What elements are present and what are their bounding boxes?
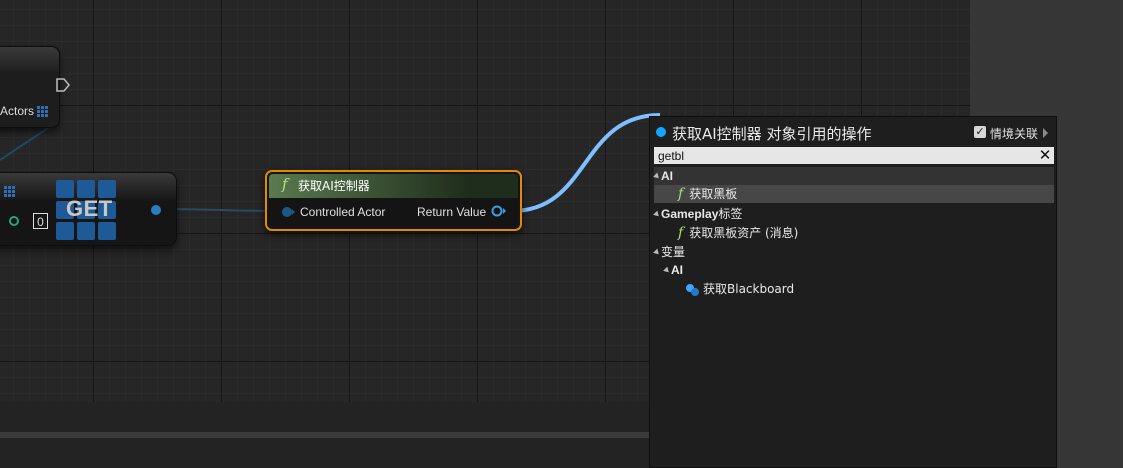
context-sensitive-label[interactable]: 情境关联 — [990, 125, 1038, 142]
action-get-blackboard[interactable]: f 获取黑板 — [654, 185, 1054, 203]
action-get-blackboard-asset[interactable]: f 获取黑板资产 (消息) — [654, 224, 1054, 242]
object-pin-icon[interactable] — [6, 215, 22, 227]
expand-icon — [653, 172, 661, 181]
category-ai[interactable]: AI — [653, 167, 1054, 185]
category-ai-sub[interactable]: AI — [654, 261, 1054, 279]
expand-icon — [663, 266, 671, 275]
action-menu-popup: 获取AI控制器 对象引用的操作 ✓ 情境关联 ✕ AI f获取黑板 Gamepl… — [649, 116, 1057, 468]
expand-icon — [653, 248, 661, 257]
actors-pin-label: Actors — [0, 104, 35, 118]
return-wire — [511, 113, 661, 213]
category-variables[interactable]: 变量 — [653, 243, 1054, 261]
return-value-pin-label: Return Value — [417, 205, 487, 219]
grid-icon[interactable] — [37, 106, 49, 118]
expand-icon — [653, 210, 661, 219]
chevron-right-icon[interactable] — [1043, 128, 1048, 138]
function-icon: f — [678, 225, 684, 241]
node-title: 获取AI控制器 — [298, 179, 370, 193]
search-box[interactable]: ✕ — [654, 147, 1054, 164]
popup-title: 获取AI控制器 对象引用的操作 — [672, 125, 872, 143]
grid-icon[interactable] — [4, 186, 20, 200]
function-icon: f — [282, 175, 288, 193]
object-pin-icon[interactable] — [150, 204, 162, 216]
function-icon: f — [678, 186, 684, 202]
node-header — [0, 47, 59, 73]
controlled-actor-pin-label: Controlled Actor — [300, 205, 386, 219]
category-gameplay-tags[interactable]: Gameplay标签 — [653, 205, 1054, 223]
get-node-title: GET — [66, 196, 113, 221]
divider — [0, 432, 650, 438]
index-input[interactable]: 0 — [33, 213, 48, 229]
object-pin-icon[interactable] — [281, 206, 295, 218]
variable-icon — [686, 283, 700, 296]
exec-pin-icon[interactable] — [56, 78, 70, 92]
action-get-blackboard-var[interactable]: 获取Blackboard — [654, 280, 1054, 298]
search-input[interactable] — [654, 147, 1034, 164]
close-icon[interactable]: ✕ — [1038, 147, 1052, 164]
object-pin-icon — [656, 127, 666, 137]
checkbox-icon[interactable]: ✓ — [974, 126, 986, 138]
object-pin-icon[interactable] — [490, 205, 508, 217]
